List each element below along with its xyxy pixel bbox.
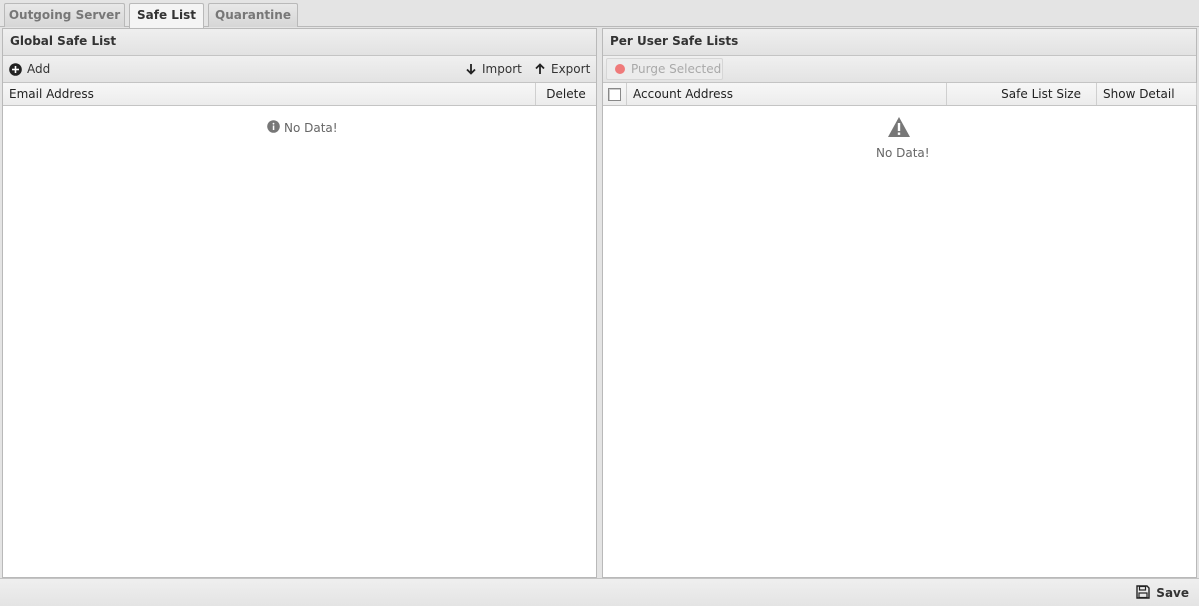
arrow-up-icon [534,63,546,75]
add-circle-icon [9,62,22,76]
global-safe-list-panel: Global Safe List Add Import Export Email… [2,28,597,578]
per-user-empty-state: No Data! [876,146,930,160]
import-button[interactable]: Import [465,56,522,82]
global-safe-list-title: Global Safe List [3,29,596,56]
per-user-safe-lists-toolbar: Purge Selected [603,56,1196,83]
global-empty-state: No Data! [267,120,338,136]
save-button[interactable]: Save [1136,584,1189,602]
column-delete[interactable]: Delete [536,83,596,105]
column-show-detail[interactable]: Show Detail [1097,83,1197,105]
arrow-down-icon [465,63,477,75]
tab-outgoing-server[interactable]: Outgoing Server [4,3,125,27]
floppy-disk-icon [1136,584,1150,602]
column-account-address[interactable]: Account Address [627,83,947,105]
tab-safe-list[interactable]: Safe List [129,3,204,28]
footer-bar: Save [0,578,1199,606]
warning-icon [887,116,911,141]
purge-dot-icon [615,64,625,74]
global-empty-text: No Data! [284,121,338,135]
global-safe-list-toolbar: Add Import Export [3,56,596,83]
tab-bar: Outgoing Server Safe List Quarantine [0,0,1199,28]
add-label: Add [27,62,51,76]
column-safe-list-size[interactable]: Safe List Size [947,83,1097,105]
per-user-empty-text: No Data! [876,146,930,160]
purge-selected-label: Purge Selected [631,62,722,76]
column-email-address[interactable]: Email Address [3,83,536,105]
per-user-column-header: Account Address Safe List Size Show Deta… [603,83,1197,106]
per-user-safe-lists-title: Per User Safe Lists [603,29,1196,56]
add-button[interactable]: Add [9,56,50,82]
import-label: Import [482,62,522,76]
save-label: Save [1156,586,1189,600]
tab-quarantine[interactable]: Quarantine [208,3,298,27]
info-icon [267,120,280,136]
global-safe-list-column-header: Email Address Delete [3,83,596,106]
column-select-all [603,83,627,105]
purge-selected-button[interactable]: Purge Selected [606,58,723,80]
export-label: Export [551,62,591,76]
per-user-safe-lists-panel: Per User Safe Lists Purge Selected Accou… [602,28,1197,578]
export-button[interactable]: Export [534,56,590,82]
select-all-checkbox[interactable] [608,87,621,101]
